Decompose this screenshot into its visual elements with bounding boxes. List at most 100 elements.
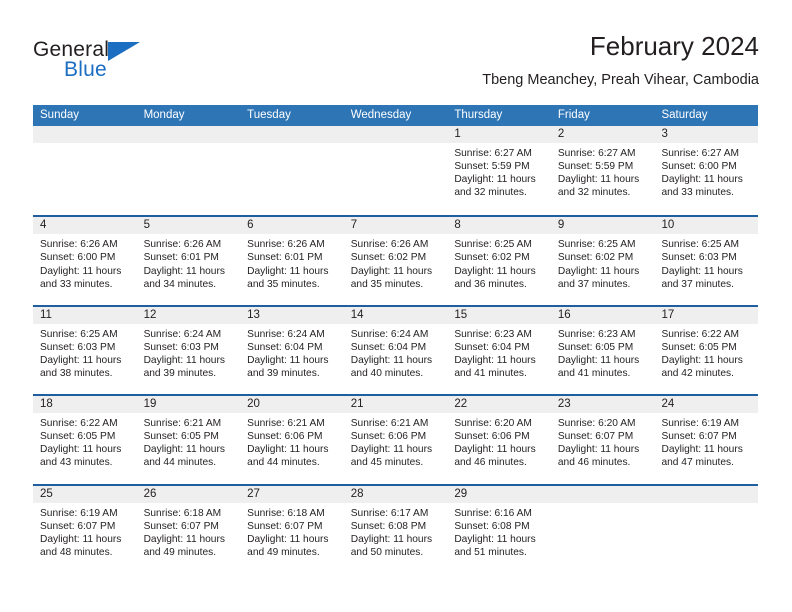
calendar-day-cell[interactable]: 16 Sunrise: 6:23 AM Sunset: 6:05 PM Dayligh…	[550, 306, 655, 395]
day-detail-line: Sunrise: 6:22 AM	[40, 418, 118, 430]
day-detail-line: and 37 minutes.	[661, 278, 734, 290]
calendar-day-cell[interactable]: 12 Sunrise: 6:24 AM Sunset: 6:03 PM Dayligh…	[136, 306, 241, 395]
day-detail-line: Sunrise: 6:25 AM	[661, 239, 740, 251]
day-detail-line: Sunset: 6:01 PM	[247, 252, 323, 264]
calendar-day-cell-empty	[343, 126, 448, 216]
day-details: Sunrise: 6:20 AM Sunset: 6:07 PM Daylight:…	[551, 413, 655, 469]
day-detail-line: Daylight: 11 hours	[454, 533, 536, 545]
day-detail-line: Daylight: 11 hours	[557, 444, 640, 456]
calendar-day-cell[interactable]: 25 Sunrise: 6:19 AM Sunset: 6:07 PM Dayligh…	[33, 485, 137, 573]
calendar-day-cell[interactable]: 3 Sunrise: 6:27 AM Sunset: 6:00 PM Daylight…	[654, 126, 759, 216]
day-detail-line: Sunrise: 6:26 AM	[40, 239, 118, 251]
calendar-day-cell[interactable]: 11 Sunrise: 6:25 AM Sunset: 6:03 PM Dayligh…	[33, 306, 137, 395]
calendar-weeks: 1 Sunrise: 6:27 AM Sunset: 5:59 PM Daylight…	[33, 126, 759, 573]
calendar-day-cell[interactable]: 27 Sunrise: 6:18 AM Sunset: 6:07 PM Dayligh…	[240, 485, 344, 573]
day-number: 28	[343, 485, 448, 503]
calendar-day-cell[interactable]: 8 Sunrise: 6:25 AM Sunset: 6:02 PM Daylight…	[447, 217, 551, 305]
day-details: Sunrise: 6:24 AM Sunset: 6:03 PM Daylight:…	[137, 324, 241, 380]
day-number	[240, 126, 344, 143]
day-detail-line: Daylight: 11 hours	[143, 533, 225, 545]
day-detail-line: Sunrise: 6:18 AM	[143, 507, 222, 519]
calendar-day-cell[interactable]: 21 Sunrise: 6:21 AM Sunset: 6:06 PM Dayligh…	[343, 396, 448, 484]
day-detail-line: Daylight: 11 hours	[350, 265, 433, 277]
day-details: Sunrise: 6:24 AM Sunset: 6:04 PM Daylight:…	[344, 324, 448, 380]
calendar-day-cell[interactable]: 13 Sunrise: 6:24 AM Sunset: 6:04 PM Dayligh…	[240, 306, 344, 395]
day-detail-line: Sunset: 6:02 PM	[557, 252, 634, 264]
day-details: Sunrise: 6:18 AM Sunset: 6:07 PM Daylight:…	[137, 503, 241, 559]
page-header: General Blue February 2024 Tbeng Meanche…	[33, 30, 759, 98]
day-detail-line: and 36 minutes.	[454, 278, 527, 290]
day-detail-line: Daylight: 11 hours	[661, 265, 743, 277]
day-detail-line: Daylight: 11 hours	[247, 533, 329, 545]
day-detail-line: and 49 minutes.	[247, 546, 320, 558]
day-detail-line: and 44 minutes.	[247, 457, 320, 469]
day-detail-line: Sunrise: 6:23 AM	[454, 328, 532, 340]
day-detail-line: Sunrise: 6:26 AM	[143, 239, 222, 251]
day-details: Sunrise: 6:26 AM Sunset: 6:00 PM Daylight:…	[33, 234, 137, 290]
calendar-day-cell[interactable]: 24 Sunrise: 6:19 AM Sunset: 6:07 PM Dayligh…	[654, 396, 759, 484]
day-number	[33, 126, 137, 143]
day-detail-line: Daylight: 11 hours	[40, 265, 122, 277]
calendar-day-cell[interactable]: 23 Sunrise: 6:20 AM Sunset: 6:07 PM Dayligh…	[550, 396, 655, 484]
calendar-day-cell[interactable]: 19 Sunrise: 6:21 AM Sunset: 6:05 PM Dayligh…	[136, 396, 241, 484]
day-number: 19	[136, 396, 241, 414]
day-details	[33, 143, 137, 147]
calendar-day-cell[interactable]: 10 Sunrise: 6:25 AM Sunset: 6:03 PM Dayligh…	[654, 217, 759, 305]
day-detail-line: Sunset: 6:04 PM	[454, 341, 530, 353]
day-detail-line: Sunrise: 6:19 AM	[661, 418, 740, 430]
calendar-day-cell[interactable]: 17 Sunrise: 6:22 AM Sunset: 6:05 PM Dayligh…	[654, 306, 759, 395]
calendar-day-cell[interactable]: 14 Sunrise: 6:24 AM Sunset: 6:04 PM Dayligh…	[343, 306, 448, 395]
calendar-day-cell[interactable]: 5 Sunrise: 6:26 AM Sunset: 6:01 PM Daylight…	[136, 217, 241, 305]
day-number: 16	[550, 306, 655, 324]
day-detail-line: Daylight: 11 hours	[454, 444, 536, 456]
page-title: February 2024	[589, 31, 759, 61]
day-detail-line: Daylight: 11 hours	[454, 354, 536, 366]
calendar-day-cell[interactable]: 18 Sunrise: 6:22 AM Sunset: 6:05 PM Dayligh…	[33, 396, 137, 484]
day-detail-line: Sunrise: 6:19 AM	[40, 507, 118, 519]
weekday-header-wednesday: Wednesday	[350, 109, 412, 121]
day-number: 21	[343, 396, 448, 414]
day-details: Sunrise: 6:18 AM Sunset: 6:07 PM Daylight:…	[240, 503, 344, 559]
day-number: 1	[447, 126, 551, 143]
day-detail-line: and 38 minutes.	[40, 368, 113, 380]
calendar-grid: Sunday Monday Tuesday Wednesday Thursday Frid…	[33, 105, 759, 573]
calendar-day-cell[interactable]: 4 Sunrise: 6:26 AM Sunset: 6:00 PM Daylight…	[33, 217, 137, 305]
calendar-week-row: 18 Sunrise: 6:22 AM Sunset: 6:05 PM Dayligh…	[33, 394, 759, 484]
logo-triangle-icon	[108, 42, 140, 61]
day-detail-line: Daylight: 11 hours	[143, 444, 225, 456]
calendar-day-cell[interactable]: 2 Sunrise: 6:27 AM Sunset: 5:59 PM Daylight…	[550, 126, 655, 216]
day-detail-line: Sunrise: 6:22 AM	[661, 328, 740, 340]
day-number: 3	[654, 126, 759, 143]
day-number: 24	[654, 396, 759, 414]
calendar-day-cell[interactable]: 9 Sunrise: 6:25 AM Sunset: 6:02 PM Daylight…	[550, 217, 655, 305]
day-detail-line: Sunset: 6:07 PM	[143, 520, 219, 532]
calendar-day-cell[interactable]: 7 Sunrise: 6:26 AM Sunset: 6:02 PM Daylight…	[343, 217, 448, 305]
calendar-day-cell[interactable]: 1 Sunrise: 6:27 AM Sunset: 5:59 PM Daylight…	[447, 126, 551, 216]
day-detail-line: Sunrise: 6:24 AM	[247, 328, 325, 340]
day-detail-line: and 51 minutes.	[454, 546, 527, 558]
calendar-day-cell[interactable]: 22 Sunrise: 6:20 AM Sunset: 6:06 PM Dayligh…	[447, 396, 551, 484]
day-detail-line: Daylight: 11 hours	[661, 354, 743, 366]
day-detail-line: and 39 minutes.	[143, 368, 217, 380]
day-detail-line: and 39 minutes.	[247, 368, 320, 380]
day-detail-line: Sunrise: 6:26 AM	[247, 239, 325, 251]
day-detail-line: Daylight: 11 hours	[350, 533, 433, 545]
day-details: Sunrise: 6:26 AM Sunset: 6:01 PM Daylight:…	[240, 234, 344, 290]
day-details: Sunrise: 6:19 AM Sunset: 6:07 PM Daylight:…	[33, 503, 137, 559]
calendar-day-cell[interactable]: 15 Sunrise: 6:23 AM Sunset: 6:04 PM Dayligh…	[447, 306, 551, 395]
day-detail-line: Sunrise: 6:17 AM	[350, 507, 429, 519]
day-details: Sunrise: 6:19 AM Sunset: 6:07 PM Daylight:…	[654, 413, 758, 469]
calendar-day-cell[interactable]: 29 Sunrise: 6:16 AM Sunset: 6:08 PM Dayligh…	[447, 485, 551, 573]
day-details: Sunrise: 6:26 AM Sunset: 6:02 PM Daylight:…	[344, 234, 448, 290]
day-detail-line: and 47 minutes.	[661, 457, 734, 469]
calendar-day-cell[interactable]: 28 Sunrise: 6:17 AM Sunset: 6:08 PM Dayligh…	[343, 485, 448, 573]
day-detail-line: Sunset: 6:03 PM	[143, 341, 219, 353]
calendar-day-cell[interactable]: 6 Sunrise: 6:26 AM Sunset: 6:01 PM Daylight…	[240, 217, 344, 305]
day-number: 7	[343, 217, 448, 235]
day-details	[551, 503, 655, 507]
calendar-day-cell[interactable]: 26 Sunrise: 6:18 AM Sunset: 6:07 PM Dayligh…	[136, 485, 241, 573]
calendar-day-cell[interactable]: 20 Sunrise: 6:21 AM Sunset: 6:06 PM Dayligh…	[240, 396, 344, 484]
day-details: Sunrise: 6:27 AM Sunset: 6:00 PM Daylight:…	[654, 143, 758, 199]
day-detail-line: and 34 minutes.	[143, 278, 217, 290]
weekday-header-friday: Friday	[557, 109, 590, 121]
